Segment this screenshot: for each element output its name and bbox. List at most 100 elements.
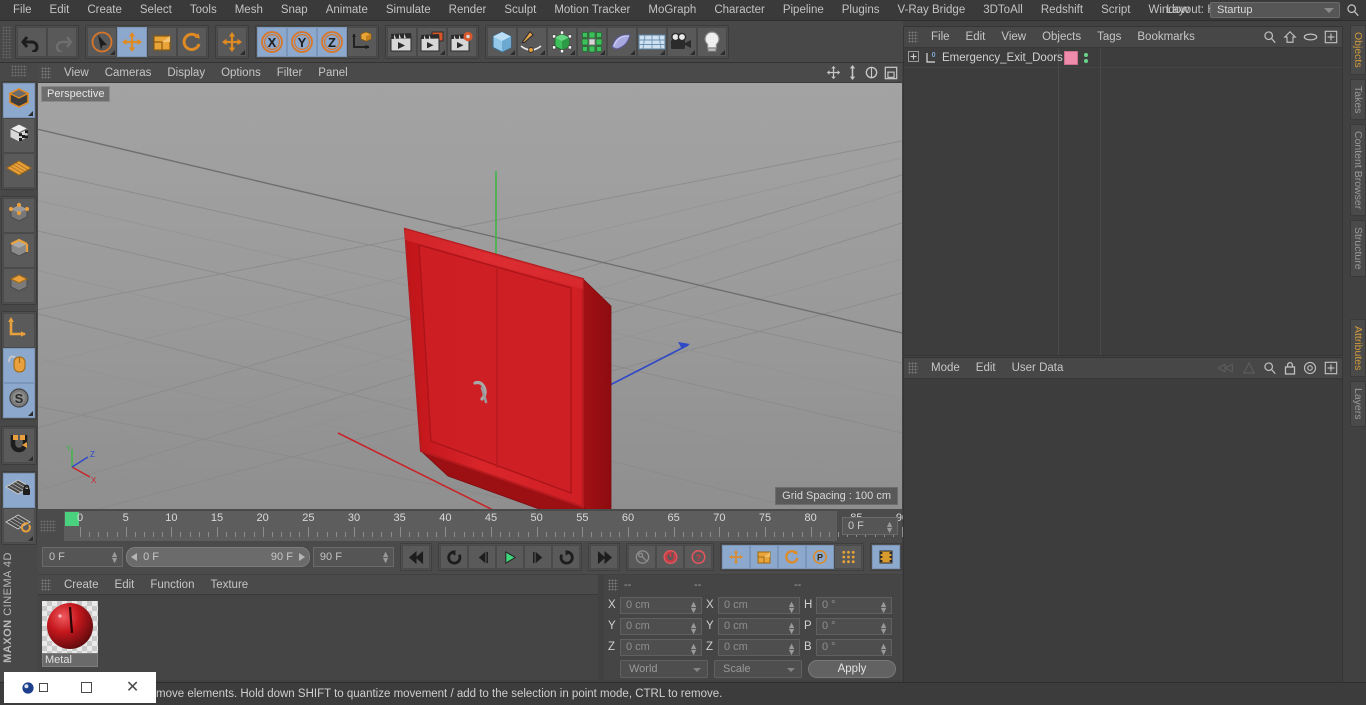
menu-item-mograph[interactable]: MoGraph — [639, 0, 705, 20]
stepper-icon[interactable]: ▲ ▼ — [787, 641, 796, 656]
coord-position-field[interactable]: 0 cm ▲ ▼ — [620, 596, 702, 614]
attribute-manager-grip[interactable] — [908, 362, 918, 374]
coord-position-field[interactable]: 0 cm ▲ ▼ — [620, 617, 702, 635]
vertical-tab-attributes[interactable]: Attributes — [1350, 318, 1366, 378]
add-deformer[interactable] — [577, 26, 607, 57]
lock-y-axis[interactable]: Y — [287, 26, 317, 57]
move-view-icon[interactable] — [826, 65, 841, 80]
menu-item-edit[interactable]: Edit — [958, 31, 994, 43]
points-mode-button[interactable] — [3, 198, 35, 233]
rotate-tool[interactable] — [177, 26, 207, 57]
menu-item-select[interactable]: Select — [131, 0, 181, 20]
record-active-objects-button[interactable] — [656, 545, 685, 569]
history-forward-icon[interactable] — [1242, 362, 1256, 374]
menu-item-edit[interactable]: Edit — [968, 362, 1004, 374]
stepper-icon[interactable]: ▲ ▼ — [879, 620, 888, 635]
timeline-current-frame-field[interactable]: 0 F ▲ ▼ — [842, 517, 898, 535]
viewport-grip[interactable] — [41, 66, 51, 79]
keyframe-selection-button[interactable]: ? — [684, 545, 713, 569]
maximize-view-icon[interactable] — [884, 66, 898, 80]
menu-item-3dtoall[interactable]: 3DToAll — [974, 0, 1032, 20]
close-icon[interactable]: ✕ — [126, 679, 139, 695]
search-icon[interactable] — [1346, 3, 1360, 17]
home-icon[interactable] — [1283, 30, 1297, 44]
render-view-button[interactable] — [387, 26, 417, 57]
menu-item-motion-tracker[interactable]: Motion Tracker — [545, 0, 639, 20]
add-tab-icon[interactable] — [1324, 361, 1338, 375]
menu-item-pipeline[interactable]: Pipeline — [774, 0, 833, 20]
expand-toggle-icon[interactable] — [908, 49, 919, 67]
vertical-tab-content-browser[interactable]: Content Browser — [1350, 124, 1366, 217]
menu-item-edit[interactable]: Edit — [41, 0, 79, 20]
add-light-object[interactable] — [697, 26, 727, 57]
vertical-tab-layers[interactable]: Layers — [1350, 381, 1366, 427]
play-button[interactable] — [496, 545, 525, 569]
start-frame-field[interactable]: 0 F ▲ ▼ — [42, 547, 124, 567]
coord-size-field[interactable]: 0 cm ▲ ▼ — [718, 638, 800, 656]
preview-range-slider[interactable]: 0 F 90 F — [126, 547, 310, 567]
record-position-button[interactable] — [722, 545, 751, 569]
coord-rotation-field[interactable]: 0 ° ▲ ▼ — [816, 617, 892, 635]
animation-mode-button[interactable] — [872, 545, 901, 569]
visibility-dots[interactable] — [1084, 53, 1088, 63]
search-icon[interactable] — [1263, 361, 1277, 375]
stepper-icon[interactable]: ▲ ▼ — [689, 599, 698, 614]
search-icon[interactable] — [1263, 30, 1277, 44]
left-toolbar-grip[interactable] — [11, 65, 27, 77]
redo-button[interactable] — [47, 26, 77, 57]
restore-icon[interactable] — [38, 683, 48, 692]
menu-item-edit[interactable]: Edit — [107, 579, 143, 591]
move-alt-tool[interactable] — [217, 26, 247, 57]
menu-item-tools[interactable]: Tools — [181, 0, 226, 20]
edit-render-settings-button[interactable] — [447, 26, 477, 57]
record-scale-button[interactable] — [750, 545, 779, 569]
ellipse-icon[interactable] — [1303, 31, 1318, 43]
workplane-mode-button[interactable] — [3, 153, 35, 188]
menu-item-simulate[interactable]: Simulate — [377, 0, 440, 20]
visible-editor-dot[interactable] — [1084, 53, 1088, 57]
go-to-end-button[interactable] — [590, 545, 619, 569]
go-to-start-button[interactable] — [402, 545, 431, 569]
menu-item-create[interactable]: Create — [56, 579, 107, 591]
next-key-button[interactable] — [552, 545, 581, 569]
menu-item-file[interactable]: File — [923, 31, 958, 43]
layout-select[interactable]: Startup — [1210, 2, 1340, 18]
menu-item-render[interactable]: Render — [440, 0, 496, 20]
viewport-solo-button[interactable] — [3, 348, 35, 383]
record-rotation-button[interactable] — [778, 545, 807, 569]
stepper-icon[interactable]: ▲ ▼ — [787, 620, 796, 635]
menu-item-function[interactable]: Function — [142, 579, 202, 591]
add-spline[interactable] — [517, 26, 547, 57]
stepper-icon[interactable]: ▲ ▼ — [879, 641, 888, 656]
magnet-tool-button[interactable] — [3, 428, 35, 463]
menu-item-mode[interactable]: Mode — [923, 362, 968, 374]
previous-key-button[interactable] — [440, 545, 469, 569]
world-object-coordinate-toggle[interactable] — [347, 26, 377, 57]
render-to-picture-viewer-button[interactable] — [417, 26, 447, 57]
undo-button[interactable] — [17, 26, 47, 57]
vertical-tab-structure[interactable]: Structure — [1350, 220, 1366, 277]
stepper-icon[interactable]: ▲ ▼ — [381, 550, 390, 565]
menu-item-character[interactable]: Character — [705, 0, 774, 20]
move-tool[interactable] — [117, 26, 147, 57]
stepper-icon[interactable]: ▲ ▼ — [689, 620, 698, 635]
add-generator[interactable] — [547, 26, 577, 57]
range-left-arrow-icon[interactable] — [131, 553, 139, 561]
range-right-arrow-icon[interactable] — [297, 553, 305, 561]
menu-item-tags[interactable]: Tags — [1089, 31, 1129, 43]
keyframe-grid-button[interactable] — [834, 545, 863, 569]
menu-item-bookmarks[interactable]: Bookmarks — [1129, 31, 1203, 43]
end-frame-field[interactable]: 90 F ▲ ▼ — [312, 547, 395, 567]
texture-mode-button[interactable] — [3, 118, 35, 153]
add-scene-object[interactable] — [607, 26, 637, 57]
history-back-icon[interactable] — [1217, 362, 1235, 374]
lock-z-axis[interactable]: Z — [317, 26, 347, 57]
menu-item-view[interactable]: View — [993, 31, 1034, 43]
menu-item-redshift[interactable]: Redshift — [1032, 0, 1092, 20]
target-icon[interactable] — [1303, 361, 1317, 375]
add-cube-object[interactable] — [487, 26, 517, 57]
menu-item-script[interactable]: Script — [1092, 0, 1139, 20]
object-manager-grip[interactable] — [908, 31, 918, 43]
transform-mode-select[interactable]: Scale — [714, 660, 802, 678]
object-manager-body[interactable]: 0 Emergency_Exit_Doors — [904, 48, 1342, 355]
